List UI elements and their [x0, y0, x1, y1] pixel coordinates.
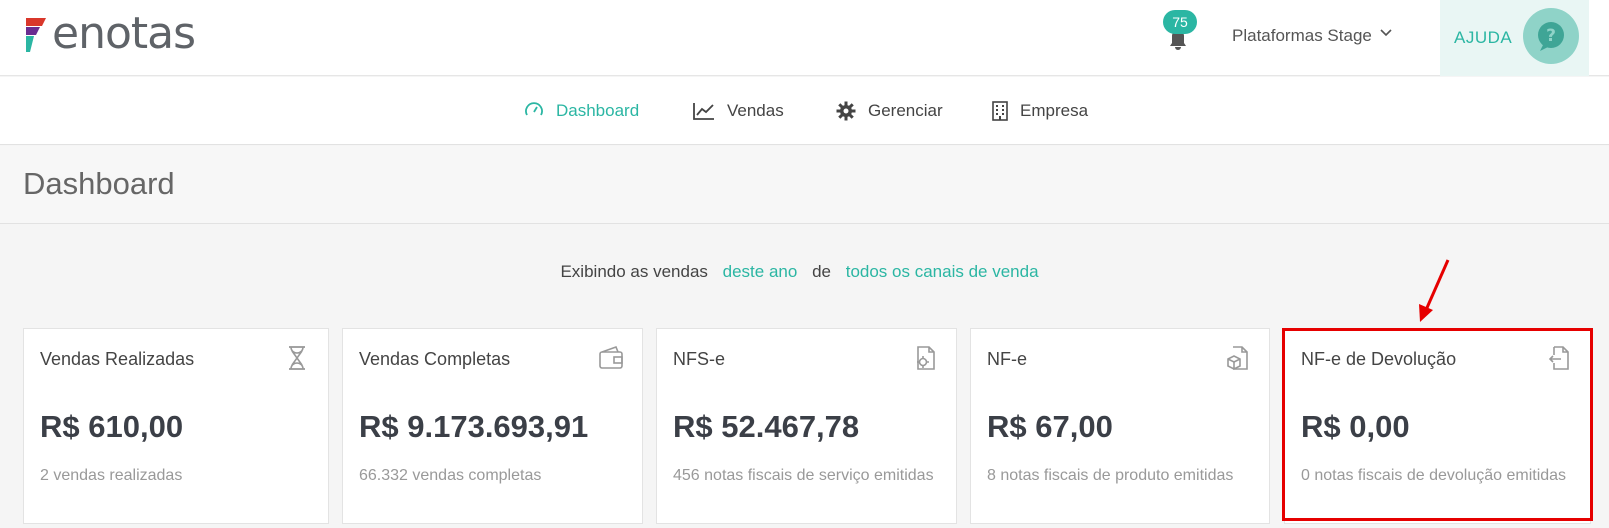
- line-chart-icon: [693, 103, 714, 120]
- sales-filter: Exibindo as vendas deste ano de todos os…: [0, 262, 1609, 282]
- card-value: R$ 0,00: [1301, 409, 1410, 444]
- chevron-down-icon: [1380, 29, 1392, 37]
- card-value: R$ 610,00: [40, 409, 184, 444]
- nav-item-label: Empresa: [1020, 101, 1089, 120]
- svg-text:?: ?: [1546, 26, 1556, 46]
- card-title: NFS-e: [673, 349, 726, 369]
- card-nfe-devolucao[interactable]: NF-e de Devolução R$ 0,00 0 notas fiscai…: [1284, 328, 1591, 524]
- card-subtitle: 66.332 vendas completas: [359, 467, 542, 484]
- help-panel[interactable]: AJUDA ?: [1440, 0, 1589, 76]
- card-subtitle: 456 notas fiscais de serviço emitidas: [673, 467, 934, 484]
- card-vendas-completas[interactable]: Vendas Completas R$ 9.173.693,91 66.332 …: [342, 328, 643, 524]
- nav-item-label: Dashboard: [556, 101, 640, 120]
- building-icon: [992, 101, 1008, 121]
- nav-item-label: Vendas: [727, 101, 784, 120]
- nav-item-dashboard[interactable]: Dashboard: [524, 97, 639, 125]
- nav-item-label: Gerenciar: [868, 101, 943, 120]
- document-box-icon: [1227, 346, 1248, 370]
- platform-selector[interactable]: Plataformas Stage: [1232, 22, 1392, 50]
- card-title: NF-e: [987, 349, 1027, 369]
- card-title: Vendas Completas: [359, 349, 511, 369]
- main-nav: Dashboard Vendas Gerenciar Empresa: [0, 77, 1609, 145]
- card-nfe[interactable]: NF-e R$ 67,00 8 notas fiscais de produto…: [970, 328, 1270, 524]
- period-filter-link[interactable]: deste ano: [723, 262, 798, 281]
- card-vendas-realizadas[interactable]: Vendas Realizadas R$ 610,00 2 vendas rea…: [23, 328, 329, 524]
- logo-text: enotas: [52, 8, 196, 59]
- gauge-icon: [525, 102, 543, 116]
- logo-mark-icon: [24, 14, 50, 54]
- filter-prefix: Exibindo as vendas: [560, 262, 708, 281]
- document-return-icon: [1548, 346, 1569, 370]
- card-title: NF-e de Devolução: [1301, 349, 1457, 369]
- help-label: AJUDA: [1454, 28, 1513, 47]
- card-value: R$ 9.173.693,91: [359, 409, 589, 444]
- card-value: R$ 52.467,78: [673, 409, 860, 444]
- channel-filter-link[interactable]: todos os canais de venda: [846, 262, 1039, 281]
- annotation-arrow-icon: [1419, 259, 1450, 322]
- card-value: R$ 67,00: [987, 409, 1113, 444]
- card-title: Vendas Realizadas: [40, 349, 195, 369]
- card-subtitle: 8 notas fiscais de produto emitidas: [987, 467, 1234, 484]
- card-nfse[interactable]: NFS-e R$ 52.467,78 456 notas fiscais de …: [656, 328, 957, 524]
- filter-connector: de: [812, 262, 831, 281]
- card-subtitle: 2 vendas realizadas: [40, 467, 183, 484]
- notification-count-badge: 75: [1163, 10, 1197, 34]
- platform-label: Plataformas Stage: [1232, 26, 1372, 45]
- nav-item-empresa[interactable]: Empresa: [992, 97, 1088, 125]
- wallet-icon: [599, 345, 623, 369]
- page-header: Dashboard: [0, 146, 1609, 224]
- nav-item-vendas[interactable]: Vendas: [693, 97, 784, 125]
- page-title: Dashboard: [23, 166, 175, 201]
- enotas-logo[interactable]: enotas: [24, 8, 196, 59]
- help-chat-icon[interactable]: ?: [1523, 8, 1579, 64]
- top-bar: enotas 75 Plataformas Stage AJUDA ?: [0, 0, 1609, 76]
- document-gear-icon: [917, 346, 935, 370]
- nav-item-gerenciar[interactable]: Gerenciar: [836, 97, 943, 125]
- gear-icon: [836, 101, 856, 121]
- card-subtitle: 0 notas fiscais de devolução emitidas: [1301, 467, 1567, 484]
- hourglass-icon: [289, 346, 305, 370]
